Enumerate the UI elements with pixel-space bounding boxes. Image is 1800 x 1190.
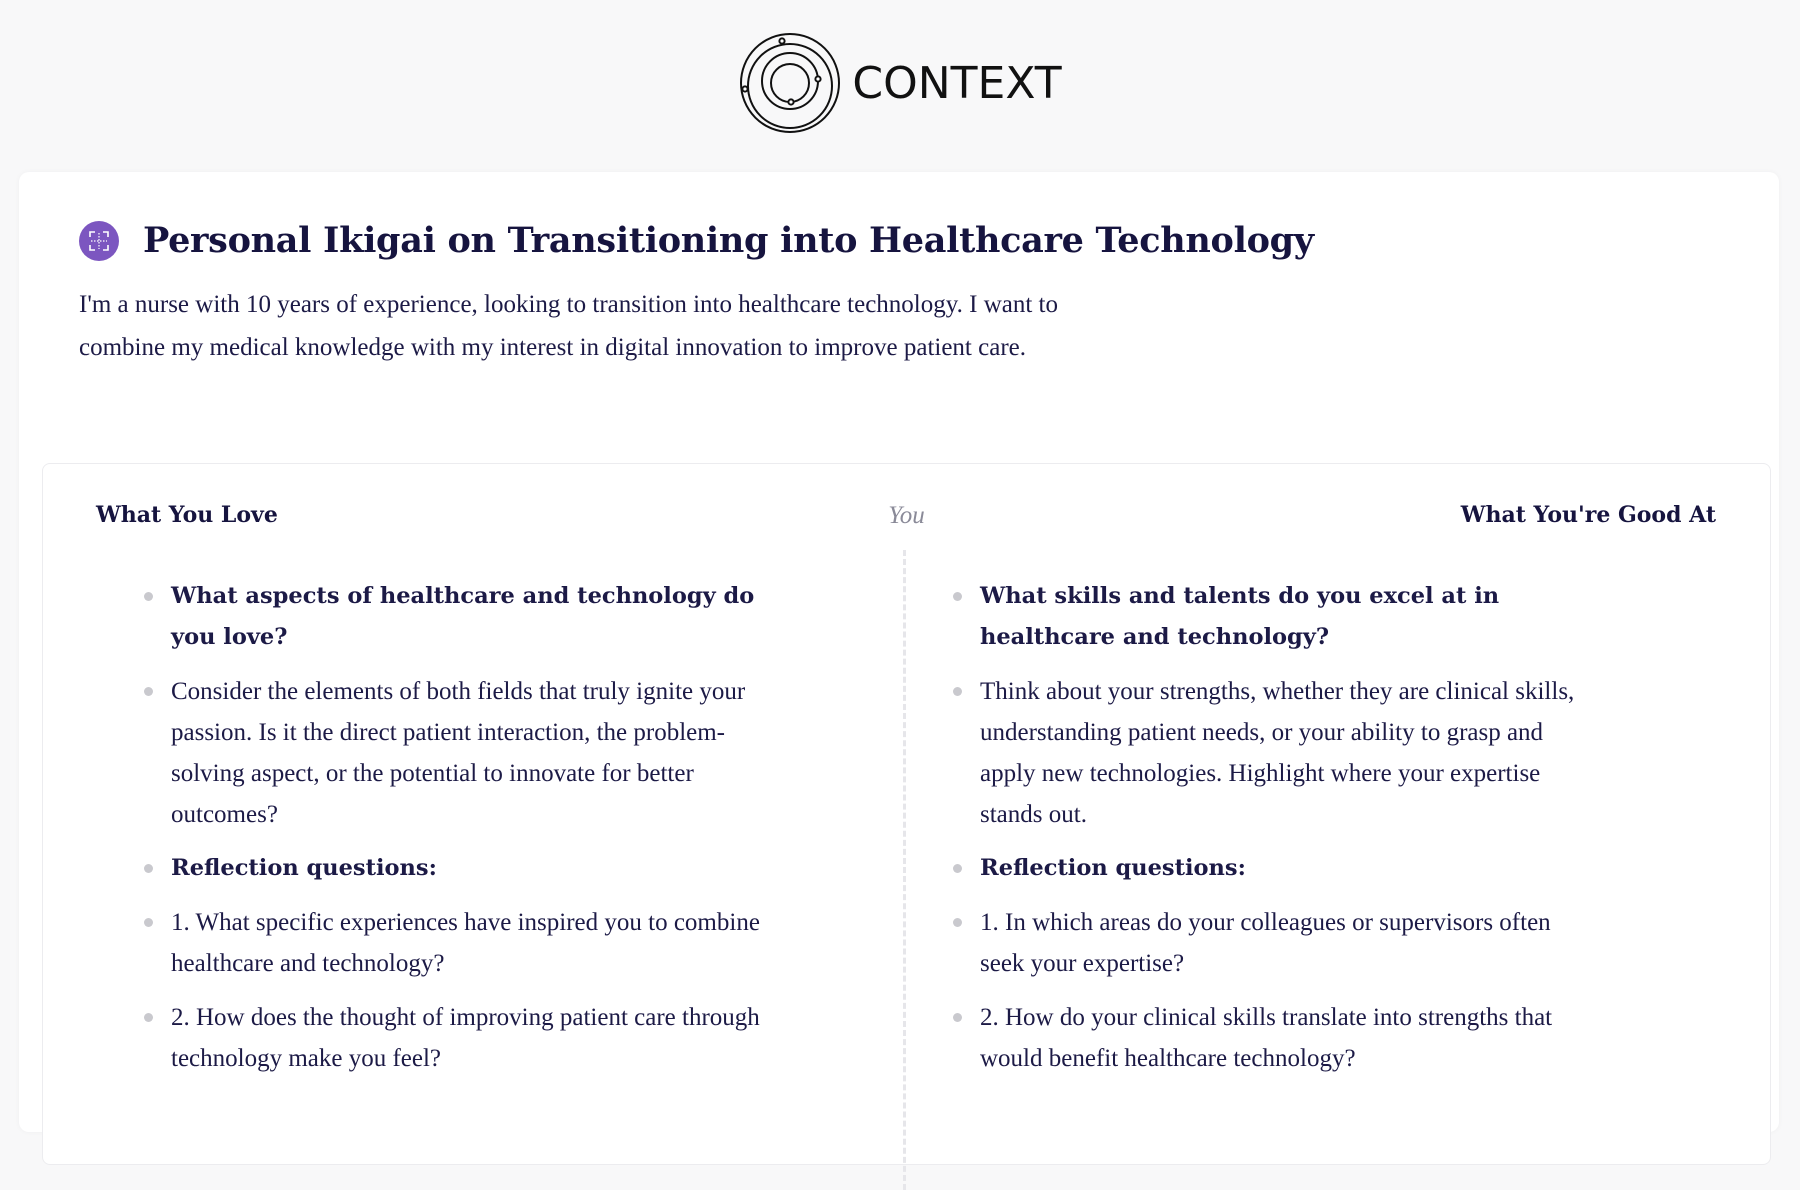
- bullet-icon: [144, 1013, 153, 1022]
- list-item-text: What skills and talents do you excel at …: [980, 583, 1500, 650]
- top-bar: CONTEXT: [0, 0, 1800, 172]
- what-youre-good-at-list: What skills and talents do you excel at …: [953, 576, 1600, 1092]
- bullet-icon: [953, 864, 962, 873]
- ikigai-card: Personal Ikigai on Transitioning into He…: [19, 172, 1779, 1190]
- list-item: 1. What specific experiences have inspir…: [144, 902, 791, 984]
- center-divider: [903, 550, 906, 1190]
- bullet-icon: [953, 687, 962, 696]
- what-you-love-list: What aspects of healthcare and technolog…: [144, 576, 791, 1092]
- list-item: 2. How does the thought of improving pat…: [144, 997, 791, 1079]
- list-item: 2. How do your clinical skills translate…: [953, 997, 1600, 1079]
- brand-name: CONTEXT: [852, 57, 1062, 109]
- list-item-text: What aspects of healthcare and technolog…: [171, 583, 755, 650]
- page-title: Personal Ikigai on Transitioning into He…: [143, 220, 1314, 261]
- list-item: What skills and talents do you excel at …: [953, 576, 1600, 658]
- list-item: What aspects of healthcare and technolog…: [144, 576, 791, 658]
- bullet-icon: [144, 687, 153, 696]
- list-item: Reflection questions:: [953, 848, 1600, 889]
- list-item-text: 2. How do your clinical skills translate…: [980, 1004, 1553, 1072]
- page-description: I'm a nurse with 10 years of experience,…: [79, 291, 1058, 361]
- bullet-icon: [953, 592, 962, 601]
- list-item: Reflection questions:: [144, 848, 791, 889]
- frame-grid-icon: [79, 220, 119, 261]
- bullet-icon: [953, 918, 962, 927]
- list-item-text: Reflection questions:: [980, 855, 1246, 881]
- bullet-icon: [144, 918, 153, 927]
- concentric-orbits-icon: [738, 31, 842, 135]
- list-item: Think about your strengths, whether they…: [953, 671, 1600, 835]
- ikigai-grid: What You Love You What You're Good At Wh…: [42, 463, 1771, 1190]
- list-item-text: Think about your strengths, whether they…: [980, 678, 1575, 828]
- list-item-text: 1. In which areas do your colleagues or …: [980, 909, 1551, 977]
- list-item-text: Reflection questions:: [171, 855, 437, 881]
- list-item: 1. In which areas do your colleagues or …: [953, 902, 1600, 984]
- list-item: Consider the elements of both fields tha…: [144, 671, 791, 835]
- list-item-text: 1. What specific experiences have inspir…: [171, 909, 760, 977]
- bullet-icon: [953, 1013, 962, 1022]
- list-item-text: Consider the elements of both fields tha…: [171, 678, 746, 828]
- brand-logo[interactable]: CONTEXT: [738, 31, 1062, 135]
- list-item-text: 2. How does the thought of improving pat…: [171, 1004, 760, 1072]
- bullet-icon: [144, 592, 153, 601]
- title-row: Personal Ikigai on Transitioning into He…: [79, 220, 1314, 261]
- bullet-icon: [144, 864, 153, 873]
- section-heading-what-youre-good-at: What You're Good At: [1460, 502, 1716, 528]
